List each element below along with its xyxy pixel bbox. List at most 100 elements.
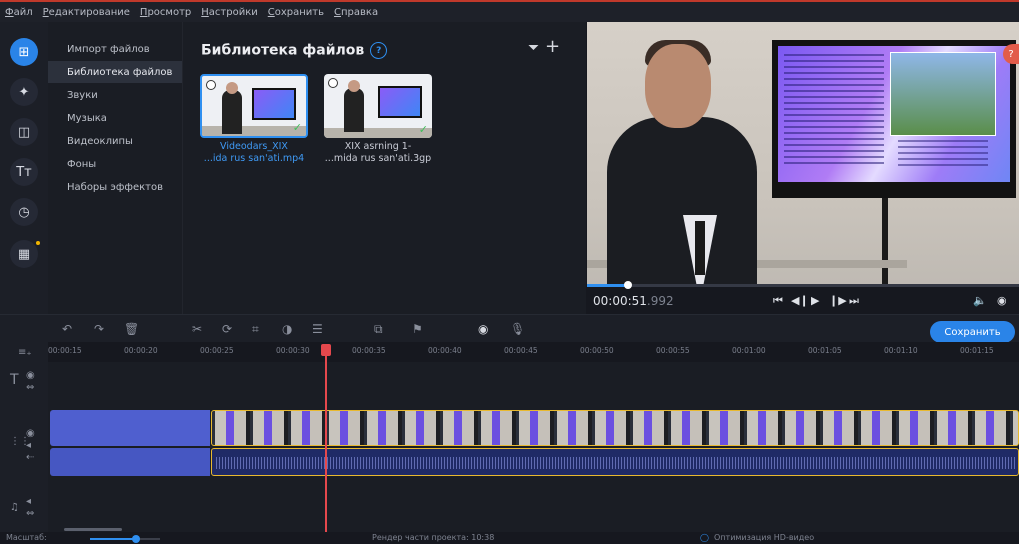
file-name-1[interactable]: Videodars_XIX ...ida rus san'ati.mp4 xyxy=(192,141,316,165)
microphone-icon[interactable]: 🎙 xyxy=(510,322,525,336)
zoom-label: Масштаб: xyxy=(6,533,47,542)
help-icon[interactable]: ? xyxy=(370,42,388,59)
mute-icon[interactable]: ◂ xyxy=(26,440,31,451)
clock-icon[interactable]: ◷ xyxy=(10,198,38,226)
play-icon[interactable]: ▶ xyxy=(811,294,819,307)
category-music[interactable]: Музыка xyxy=(48,107,182,129)
ruler-tick: 00:01:00 xyxy=(732,346,766,355)
filter-icon[interactable]: ⏷ xyxy=(528,40,539,56)
file-name-2[interactable]: XIX asrning 1- ...mida rus san'ati.3gp xyxy=(316,141,440,165)
import-icon[interactable]: ⊞ xyxy=(10,38,38,66)
playhead[interactable] xyxy=(325,346,327,532)
ruler-tick: 00:00:45 xyxy=(504,346,538,355)
ruler-tick: 00:01:05 xyxy=(808,346,842,355)
zoom-slider[interactable] xyxy=(90,538,160,540)
ruler-tick: 00:00:20 xyxy=(124,346,158,355)
snapshot-icon[interactable]: ◉ xyxy=(997,294,1007,307)
file-name-1-line2: ...ida rus san'ati.mp4 xyxy=(203,153,305,164)
link-icon[interactable]: ⇔ xyxy=(26,382,34,393)
progress-handle[interactable] xyxy=(624,281,632,289)
equalizer-icon[interactable]: ☰ xyxy=(312,322,323,336)
hd-toggle-icon[interactable]: ◯ xyxy=(700,533,709,542)
category-backgrounds[interactable]: Фоны xyxy=(48,153,182,175)
menu-help[interactable]: Справка xyxy=(334,7,378,18)
text-track-icon: T xyxy=(10,372,19,388)
clip-properties-icon[interactable]: ⧉ xyxy=(374,322,383,337)
cut-icon[interactable]: ✂ xyxy=(192,322,202,336)
presenter xyxy=(607,117,757,284)
crop-icon[interactable]: ⌗ xyxy=(252,322,259,337)
volume-icon[interactable]: 🔈 xyxy=(973,294,987,307)
category-panel: Импорт файлов Библиотека файлов Звуки Му… xyxy=(48,22,183,314)
file-thumbnail-1[interactable]: ✓ xyxy=(200,74,308,138)
visibility-icon[interactable]: ◉ xyxy=(26,370,35,381)
audio-waveform xyxy=(216,457,1016,469)
category-videoclips[interactable]: Видеоклипы xyxy=(48,130,182,152)
category-import[interactable]: Импорт файлов xyxy=(48,38,182,60)
ruler-tick: 00:00:15 xyxy=(48,346,82,355)
record-icon xyxy=(328,78,338,88)
library-title: Библиотека файлов? xyxy=(201,42,388,59)
status-bar: Масштаб: Рендер части проекта: 10:38 ◯ О… xyxy=(0,532,1019,544)
ruler-tick: 00:00:35 xyxy=(352,346,386,355)
video-preview[interactable]: ? xyxy=(587,22,1019,284)
step-forward-icon[interactable]: ❙▶ xyxy=(829,294,847,307)
skip-end-icon[interactable]: ⏭ xyxy=(849,294,859,308)
audio-clip[interactable] xyxy=(211,448,1019,476)
file-name-2-line2: ...mida rus san'ati.3gp xyxy=(324,153,432,164)
category-effects[interactable]: Наборы эффектов xyxy=(48,176,182,198)
playback-progress[interactable] xyxy=(587,284,1019,287)
current-time: 00:00:51.992 xyxy=(593,294,674,308)
rotate-icon[interactable]: ⟳ xyxy=(222,322,232,336)
magic-wand-icon[interactable]: ✦ xyxy=(10,78,38,106)
color-icon[interactable]: ◑ xyxy=(282,322,292,336)
playhead-handle[interactable] xyxy=(321,344,331,356)
tool-sidebar: ⊞ ✦ ◫ Tт ◷ ▦ xyxy=(0,22,48,314)
tv-screen xyxy=(772,40,1016,198)
menu-bar: Файл Редактирование Просмотр Настройки С… xyxy=(0,0,1019,22)
zoom-handle[interactable] xyxy=(132,535,140,543)
menu-view[interactable]: Просмотр xyxy=(140,7,191,18)
video-clip[interactable] xyxy=(211,410,1019,446)
mute-icon[interactable]: ◂ xyxy=(26,496,31,507)
link-icon[interactable]: ⇔ xyxy=(26,508,34,519)
file-thumbnail-2[interactable]: ✓ xyxy=(324,74,432,138)
category-library[interactable]: Библиотека файлов xyxy=(48,61,182,83)
horizontal-scrollbar[interactable] xyxy=(64,528,122,531)
menu-save[interactable]: Сохранить xyxy=(268,7,324,18)
marker-icon[interactable]: ⚑ xyxy=(412,322,423,336)
link-icon[interactable]: ⇠ xyxy=(26,452,34,463)
hd-optimization-label: Оптимизация HD-видео xyxy=(714,533,815,542)
visibility-icon[interactable]: ◉ xyxy=(26,428,35,439)
redo-icon[interactable]: ↷ xyxy=(94,322,104,336)
ruler-tick: 00:01:10 xyxy=(884,346,918,355)
titles-icon[interactable]: Tт xyxy=(10,158,38,186)
timeline-toolbar: ↶ ↷ 🗑 ✂ ⟳ ⌗ ◑ ☰ ⧉ ⚑ ◉ 🎙 Сохранить xyxy=(0,314,1019,343)
skip-start-icon[interactable]: ⏮ xyxy=(773,294,783,308)
menu-file[interactable]: Файл xyxy=(5,7,33,18)
notification-dot xyxy=(36,241,40,245)
delete-icon[interactable]: 🗑 xyxy=(124,322,139,336)
undo-icon[interactable]: ↶ xyxy=(62,322,72,336)
step-back-icon[interactable]: ◀❙ xyxy=(791,294,809,307)
save-button[interactable]: Сохранить xyxy=(930,321,1015,343)
ruler-tick: 00:00:30 xyxy=(276,346,310,355)
time-ms: .992 xyxy=(646,294,674,308)
add-track-icon[interactable]: ≡₊ xyxy=(18,347,32,358)
check-icon: ✓ xyxy=(292,121,302,134)
presenter-face xyxy=(645,44,711,128)
more-tools-icon[interactable]: ▦ xyxy=(10,240,38,268)
close-preview-icon[interactable]: ? xyxy=(1003,44,1019,64)
time-ruler[interactable]: 00:00:15 00:00:20 00:00:25 00:00:30 00:0… xyxy=(48,342,1019,363)
blank-audio-clip[interactable] xyxy=(50,448,210,476)
menu-settings[interactable]: Настройки xyxy=(201,7,258,18)
add-icon[interactable]: + xyxy=(545,36,560,57)
webcam-icon[interactable]: ◉ xyxy=(478,322,488,336)
menu-edit[interactable]: Редактирование xyxy=(43,7,130,18)
category-sounds[interactable]: Звуки xyxy=(48,84,182,106)
ruler-tick: 00:00:25 xyxy=(200,346,234,355)
transitions-icon[interactable]: ◫ xyxy=(10,118,38,146)
render-status: Рендер части проекта: 10:38 xyxy=(372,533,495,542)
check-icon: ✓ xyxy=(418,123,428,136)
blank-video-clip[interactable] xyxy=(50,410,210,446)
